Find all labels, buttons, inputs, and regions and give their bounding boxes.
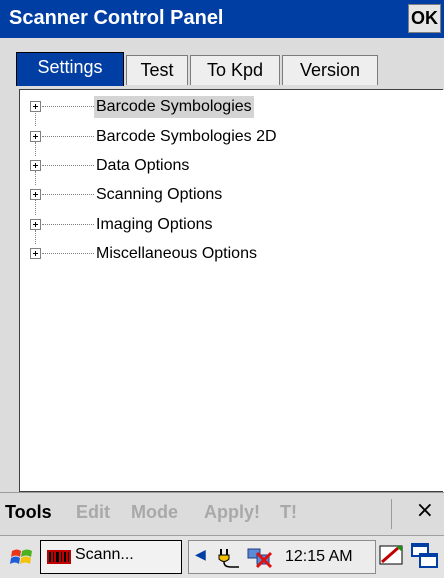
tree-item-label: Scanning Options bbox=[96, 186, 223, 203]
taskbar: Scann... ◀ 12:15 AM bbox=[0, 535, 444, 578]
tab-to-kpd[interactable]: To Kpd bbox=[190, 55, 280, 85]
tree-connector-vertical bbox=[35, 171, 36, 185]
tree-connector-vertical bbox=[35, 230, 36, 244]
menu-tools[interactable]: Tools bbox=[5, 502, 52, 523]
close-icon[interactable]: × bbox=[416, 498, 434, 523]
menu-separator bbox=[391, 499, 392, 529]
left-margin bbox=[0, 89, 19, 492]
expand-plus-icon[interactable] bbox=[30, 131, 41, 142]
network-disconnected-icon[interactable] bbox=[247, 547, 273, 569]
tree-connector bbox=[42, 106, 94, 107]
power-plug-icon[interactable] bbox=[217, 547, 241, 569]
tree-connector-vertical bbox=[35, 142, 36, 156]
menu-mode[interactable]: Mode bbox=[131, 502, 178, 523]
system-tray: ◀ 12:15 AM bbox=[188, 540, 376, 574]
expand-plus-icon[interactable] bbox=[30, 219, 41, 230]
tree-item-label: Imaging Options bbox=[96, 216, 213, 233]
clock[interactable]: 12:15 AM bbox=[285, 548, 353, 566]
tab-version[interactable]: Version bbox=[282, 55, 378, 85]
tree-connector bbox=[42, 224, 94, 225]
menu-apply[interactable]: Apply! bbox=[204, 502, 260, 523]
settings-tree[interactable]: Barcode Symbologies Barcode Symbologies … bbox=[19, 89, 443, 492]
tree-connector bbox=[42, 253, 94, 254]
menu-edit[interactable]: Edit bbox=[76, 502, 110, 523]
expand-plus-icon[interactable] bbox=[30, 248, 41, 259]
expand-plus-icon[interactable] bbox=[30, 189, 41, 200]
tray-arrow-icon[interactable]: ◀ bbox=[195, 547, 206, 563]
tree-connector bbox=[42, 194, 94, 195]
tab-strip: Settings Test To Kpd Version bbox=[0, 38, 444, 90]
tree-connector bbox=[42, 165, 94, 166]
barcode-icon bbox=[47, 550, 71, 564]
windows-flag-icon[interactable] bbox=[9, 545, 35, 571]
soft-keyboard-icon[interactable] bbox=[378, 542, 404, 568]
tree-item-label: Miscellaneous Options bbox=[96, 245, 257, 262]
task-button-scanner[interactable]: Scann... bbox=[40, 540, 182, 574]
menu-bar: Tools Edit Mode Apply! T! × bbox=[0, 492, 444, 535]
menu-t[interactable]: T! bbox=[280, 502, 297, 523]
expand-plus-icon[interactable] bbox=[30, 101, 41, 112]
tab-settings[interactable]: Settings bbox=[16, 52, 124, 86]
tree-item-label: Data Options bbox=[96, 157, 190, 174]
tree-connector-vertical bbox=[35, 200, 36, 215]
title-bar: Scanner Control Panel OK bbox=[0, 0, 444, 38]
tree-connector-vertical bbox=[35, 113, 36, 126]
tab-test[interactable]: Test bbox=[126, 55, 188, 85]
window-title: Scanner Control Panel bbox=[9, 7, 224, 29]
tree-item-label: Barcode Symbologies bbox=[94, 96, 254, 118]
task-label: Scann... bbox=[75, 546, 134, 563]
tree-item-label: Barcode Symbologies 2D bbox=[96, 128, 277, 145]
tree-connector bbox=[42, 136, 94, 137]
window-switch-icon[interactable] bbox=[410, 542, 440, 570]
ok-button[interactable]: OK bbox=[408, 4, 441, 33]
expand-plus-icon[interactable] bbox=[30, 160, 41, 171]
